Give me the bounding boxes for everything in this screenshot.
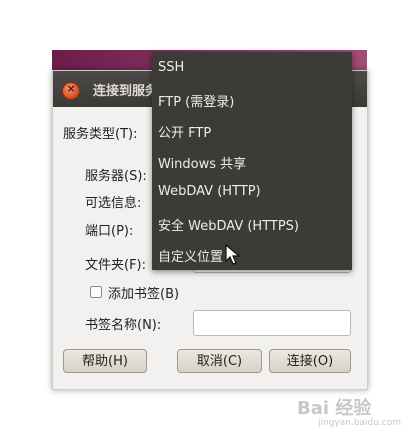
server-label: 服务器(S):: [85, 169, 147, 184]
connect-button[interactable]: 连接(O): [269, 349, 351, 373]
menu-item-windows-share[interactable]: Windows 共享: [158, 153, 246, 172]
baidu-watermark-url: jingyan.baidu.com: [318, 418, 402, 428]
mouse-pointer-icon: [225, 244, 241, 265]
add-bookmark-label: 添加书签(B): [108, 287, 180, 302]
window-title: 连接到服务器: [93, 84, 157, 99]
optional-info-label: 可选信息:: [85, 196, 142, 211]
baidu-watermark: Bai 经验: [297, 398, 372, 419]
menu-item-ftp-login[interactable]: FTP (需登录): [158, 91, 234, 110]
close-icon: ×: [66, 82, 76, 95]
menu-item-webdav-http[interactable]: WebDAV (HTTP): [158, 184, 261, 199]
service-type-label: 服务类型(T):: [63, 127, 138, 142]
cancel-button[interactable]: 取消(C): [177, 349, 262, 373]
close-button[interactable]: ×: [62, 82, 80, 100]
help-button[interactable]: 帮助(H): [63, 349, 147, 373]
menu-item-public-ftp[interactable]: 公开 FTP: [158, 122, 211, 141]
menu-item-ssh[interactable]: SSH: [158, 60, 184, 75]
bookmark-name-input[interactable]: [193, 310, 351, 336]
bookmark-name-label: 书签名称(N):: [85, 318, 162, 333]
menu-item-secure-webdav[interactable]: 安全 WebDAV (HTTPS): [158, 215, 299, 234]
service-type-dropdown-menu: SSH FTP (需登录) 公开 FTP Windows 共享 WebDAV (…: [152, 52, 352, 270]
add-bookmark-checkbox[interactable]: [90, 286, 102, 298]
menu-item-custom-location[interactable]: 自定义位置: [158, 246, 223, 265]
port-label: 端口(P):: [85, 224, 134, 239]
folder-label: 文件夹(F):: [85, 258, 147, 273]
